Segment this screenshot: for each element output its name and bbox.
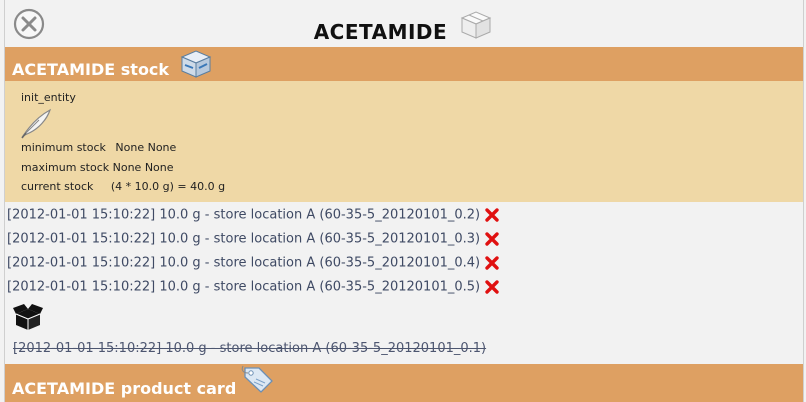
open-box-icon[interactable] [13,303,43,331]
product-window: ACETAMIDE ACETAMIDE stock init_entity mi… [4,0,804,402]
minimum-stock-label: minimum stock [21,141,106,154]
page-title: ACETAMIDE [313,20,448,44]
title-row: ACETAMIDE [5,10,803,44]
stock-entry[interactable]: [2012-01-01 15:10:22] 10.0 g - store loc… [7,231,500,247]
minimum-stock-value: None None [115,141,177,154]
delete-x-icon[interactable] [484,231,500,247]
stock-entry[interactable]: [2012-01-01 15:10:22] 10.0 g - store loc… [7,255,500,271]
stock-entry-text[interactable]: [2012-01-01 15:10:22] 10.0 g - store loc… [7,232,480,247]
maximum-stock-row: maximum stock None None [21,161,174,174]
stock-entry-text[interactable]: [2012-01-01 15:10:22] 10.0 g - store loc… [7,208,480,223]
minimum-stock-row: minimum stock None None [21,141,176,154]
delete-x-icon[interactable] [484,279,500,295]
current-stock-label: current stock [21,180,94,193]
tag-icon [241,365,273,393]
stock-entry-text[interactable]: [2012-01-01 15:10:22] 10.0 g - store loc… [7,256,480,271]
quill-icon[interactable] [19,107,53,139]
stock-entry-text[interactable]: [2012-01-01 15:10:22] 10.0 g - store loc… [7,280,480,295]
delete-x-icon[interactable] [484,255,500,271]
stock-header-label: ACETAMIDE stock [12,60,170,79]
maximum-stock-label: maximum stock [21,161,110,174]
maximum-stock-value: None None [112,161,174,174]
stock-box-icon [180,50,212,78]
stock-panel: init_entity minimum stock None None maxi… [5,81,803,202]
delete-x-icon[interactable] [484,207,500,223]
current-stock-value: (4 * 10.0 g) = 40.0 g [110,180,226,193]
archived-stock-entry: [2012-01-01 15:10:22] 10.0 g - store loc… [13,341,487,356]
product-card-label[interactable]: ACETAMIDE product card [12,379,236,398]
product-card-header[interactable]: ACETAMIDE product card [5,364,803,402]
stock-entry[interactable]: [2012-01-01 15:10:22] 10.0 g - store loc… [7,207,500,223]
init-entity-label: init_entity [21,91,76,104]
stock-entry[interactable]: [2012-01-01 15:10:22] 10.0 g - store loc… [7,279,500,295]
box-icon [461,11,492,39]
current-stock-row: current stock (4 * 10.0 g) = 40.0 g [21,180,225,193]
stock-header: ACETAMIDE stock [5,47,803,81]
